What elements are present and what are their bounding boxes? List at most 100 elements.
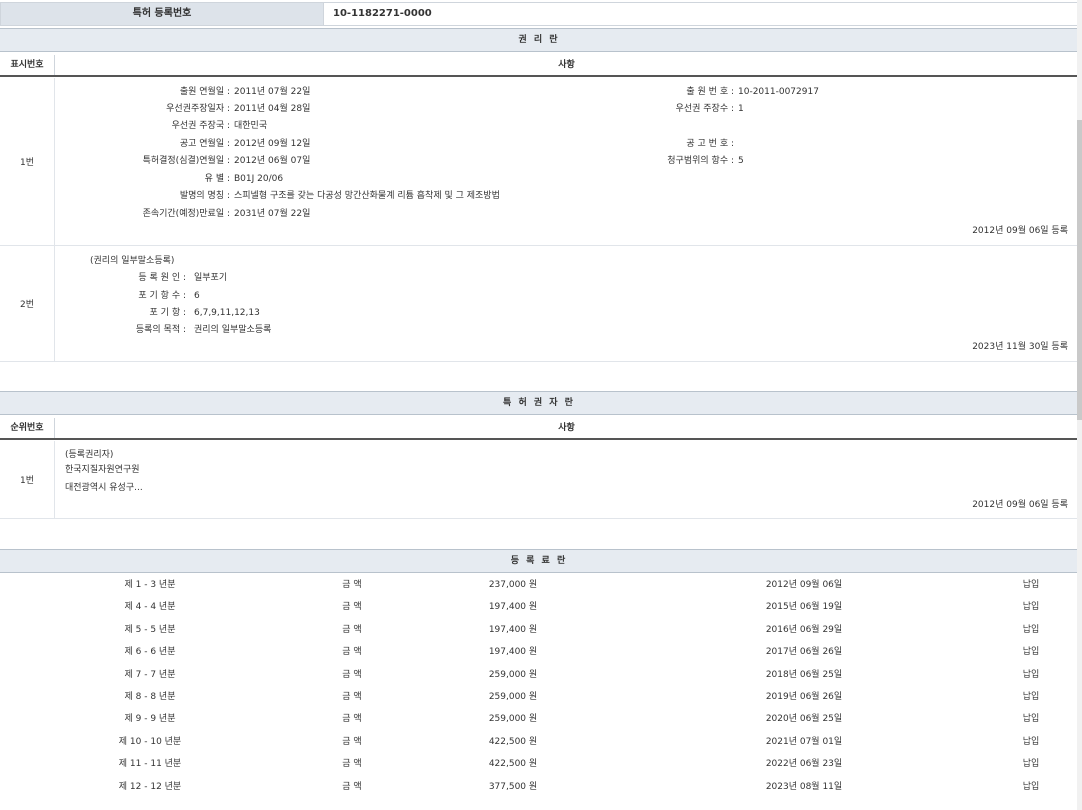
- fee-row: 제 10 - 10 년분금 액422,500 원2021년 07월 01일납입: [0, 731, 1078, 753]
- fee-amount: 197,400 원: [453, 596, 573, 618]
- priority-date: 2011년 04월 28일: [234, 101, 310, 117]
- fee-status: 납입: [971, 731, 1082, 753]
- rights-col-number: 표시번호: [0, 55, 55, 75]
- registration-number-value: 10-1182271-0000: [333, 3, 432, 25]
- invention-title: 스피넬형 구조를 갖는 다공성 망간산화물계 리튬 흡착제 및 그 제조방법: [234, 188, 500, 204]
- fee-row: 제 4 - 4 년분금 액197,400 원2015년 06월 19일납입: [0, 596, 1078, 618]
- fee-paid-date: 2023년 08월 11일: [744, 776, 864, 798]
- fee-amount-label: 금 액: [292, 686, 412, 708]
- fee-period: 제 7 - 7 년분: [90, 664, 210, 686]
- fees-section-title: 등 록 료 란: [0, 549, 1078, 573]
- expiry-date-label: 존속기간(예정)만료일 :: [60, 206, 230, 222]
- holders-col-matter: 사항: [55, 418, 1078, 438]
- fee-paid-date: 2012년 09월 06일: [744, 574, 864, 596]
- registration-number-row: 특허 등록번호 10-1182271-0000: [0, 2, 1078, 26]
- fee-amount: 259,000 원: [453, 664, 573, 686]
- waived-claims: 6,7,9,11,12,13: [194, 305, 260, 321]
- priority-country: 대한민국: [234, 118, 267, 134]
- fee-period: 제 4 - 4 년분: [90, 596, 210, 618]
- fee-period: 제 12 - 12 년분: [90, 776, 210, 798]
- registration-number-label: 특허 등록번호: [1, 3, 324, 25]
- fee-status: 납입: [971, 641, 1082, 663]
- application-date-label: 출원 연월일 :: [60, 84, 230, 100]
- fee-amount: 422,500 원: [453, 753, 573, 775]
- waived-count-label: 포 기 항 수 :: [60, 288, 186, 304]
- fee-paid-date: 2020년 06월 25일: [744, 708, 864, 730]
- fee-status: 납입: [971, 753, 1082, 775]
- fee-period: 제 8 - 8 년분: [90, 686, 210, 708]
- holders-section-title: 특 허 권 자 란: [0, 391, 1078, 415]
- publication-date-label: 공고 연월일 :: [60, 136, 230, 152]
- invention-title-label: 발명의 명칭 :: [60, 188, 230, 204]
- rights-section-title: 권 리 란: [0, 28, 1078, 52]
- fee-paid-date: 2022년 06월 23일: [744, 753, 864, 775]
- holders-column-header: 순위번호 사항: [0, 418, 1078, 440]
- fee-amount-label: 금 액: [292, 641, 412, 663]
- fee-status: 납입: [971, 708, 1082, 730]
- fee-amount: 237,000 원: [453, 574, 573, 596]
- fee-status: 납입: [971, 686, 1082, 708]
- fee-period: 제 1 - 3 년분: [90, 574, 210, 596]
- fee-status: 납입: [971, 619, 1082, 641]
- fee-row: 제 12 - 12 년분금 액377,500 원2023년 08월 11일납입: [0, 776, 1078, 798]
- fee-status: 납입: [971, 596, 1082, 618]
- fee-row: 제 6 - 6 년분금 액197,400 원2017년 06월 26일납입: [0, 641, 1078, 663]
- fee-amount: 377,500 원: [453, 776, 573, 798]
- priority-country-label: 우선권 주장국 :: [60, 118, 230, 134]
- fee-period: 제 9 - 9 년분: [90, 708, 210, 730]
- fees-table: 제 1 - 3 년분금 액237,000 원2012년 09월 06일납입제 4…: [0, 574, 1078, 810]
- registration-cause: 일부포기: [194, 270, 227, 286]
- fee-amount: 259,000 원: [453, 686, 573, 708]
- priority-date-label: 우선권주장일자 :: [60, 101, 230, 117]
- fee-period: 제 11 - 11 년분: [90, 753, 210, 775]
- rights-row-2: 2번 (권리의 일부말소등록) 등 록 원 인 : 일부포기 포 기 항 수 :…: [0, 246, 1078, 362]
- fee-amount-label: 금 액: [292, 731, 412, 753]
- holder-name: 한국지질자원연구원: [65, 462, 140, 478]
- fee-period: 제 6 - 6 년분: [90, 641, 210, 663]
- classification-label: 유 별 :: [60, 171, 230, 187]
- registration-date: 2012년 09월 06일 등록: [972, 223, 1068, 236]
- fee-amount-label: 금 액: [292, 619, 412, 641]
- fee-paid-date: 2018년 06월 25일: [744, 664, 864, 686]
- fee-status: 납입: [971, 664, 1082, 686]
- registration-cause-label: 등 록 원 인 :: [60, 270, 186, 286]
- fee-row: 제 9 - 9 년분금 액259,000 원2020년 06월 25일납입: [0, 708, 1078, 730]
- fee-amount-label: 금 액: [292, 596, 412, 618]
- fee-paid-date: 2016년 06월 29일: [744, 619, 864, 641]
- rights-row-1: 1번 출원 연월일 : 2011년 07월 22일 출 원 번 호 : 10-2…: [0, 78, 1078, 246]
- application-number: 10-2011-0072917: [738, 84, 819, 100]
- fee-row: 제 7 - 7 년분금 액259,000 원2018년 06월 25일납입: [0, 664, 1078, 686]
- fee-status: 납입: [971, 776, 1082, 798]
- claims-count-label: 청구범위의 항수 :: [560, 153, 734, 169]
- holders-row-1: 1번 (등록권리자) 한국지질자원연구원 대전광역시 유성구... 2012년 …: [0, 441, 1078, 519]
- waived-claims-label: 포 기 항 :: [60, 305, 186, 321]
- rights-column-header: 표시번호 사항: [0, 55, 1078, 77]
- fee-paid-date: 2021년 07월 01일: [744, 731, 864, 753]
- fee-row: 제 11 - 11 년분금 액422,500 원2022년 06월 23일납입: [0, 753, 1078, 775]
- fee-paid-date: 2015년 06월 19일: [744, 596, 864, 618]
- expiry-date: 2031년 07월 22일: [234, 206, 310, 222]
- claims-count: 5: [738, 153, 744, 169]
- classification: B01J 20/06: [234, 171, 283, 187]
- registration-purpose: 권리의 일부말소등록: [194, 322, 271, 338]
- fee-amount-label: 금 액: [292, 753, 412, 775]
- fee-period: 제 5 - 5 년분: [90, 619, 210, 641]
- fee-row: 제 8 - 8 년분금 액259,000 원2019년 06월 26일납입: [0, 686, 1078, 708]
- holder-heading: (등록권리자): [65, 447, 113, 463]
- holders-row-number: 1번: [0, 441, 55, 518]
- waived-count: 6: [194, 288, 200, 304]
- partial-cancellation-heading: (권리의 일부말소등록): [90, 253, 174, 269]
- fee-amount: 197,400 원: [453, 641, 573, 663]
- decision-date-label: 특허결정(심결)연월일 :: [60, 153, 230, 169]
- publication-number-label: 공 고 번 호 :: [560, 136, 734, 152]
- application-date: 2011년 07월 22일: [234, 84, 310, 100]
- fee-period: 제 10 - 10 년분: [90, 731, 210, 753]
- scrollbar-thumb[interactable]: [1077, 120, 1082, 420]
- fee-amount: 197,400 원: [453, 619, 573, 641]
- holder-address: 대전광역시 유성구...: [65, 480, 143, 496]
- registration-date: 2012년 09월 06일 등록: [972, 497, 1068, 510]
- fee-amount-label: 금 액: [292, 776, 412, 798]
- publication-date: 2012년 09월 12일: [234, 136, 310, 152]
- fee-amount: 422,500 원: [453, 731, 573, 753]
- priority-count: 1: [738, 101, 744, 117]
